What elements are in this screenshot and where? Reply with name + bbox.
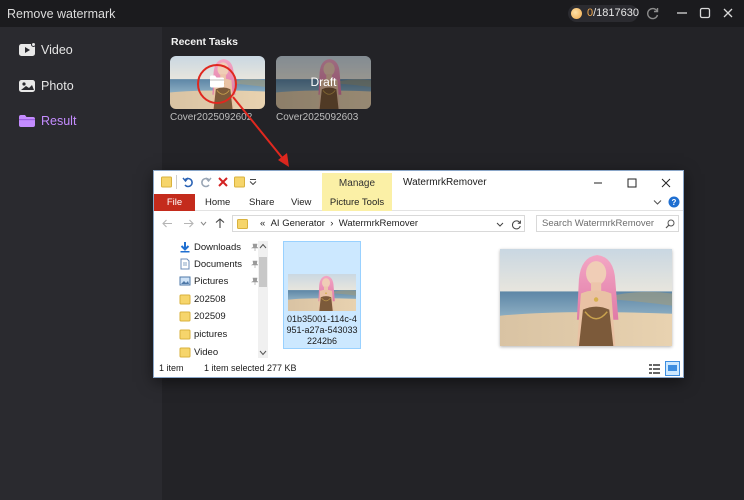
maximize-icon[interactable]: [626, 177, 638, 189]
search-icon[interactable]: [665, 219, 675, 229]
undo-icon[interactable]: [182, 176, 194, 188]
chevron-down-icon[interactable]: [653, 199, 662, 206]
chevron-down-icon[interactable]: [496, 222, 504, 227]
nav-item-label: Documents: [194, 259, 243, 270]
nav-item-documents[interactable]: Documents: [179, 256, 264, 273]
search-input[interactable]: Search WatermrkRemover: [536, 215, 679, 232]
folder-icon: [179, 329, 191, 340]
nav-scrollbar[interactable]: [258, 241, 268, 358]
nav-item-label: Downloads: [194, 242, 241, 253]
folder-icon: [179, 347, 191, 358]
breadcrumb-segment[interactable]: AI Generator: [271, 218, 325, 229]
ribbon-tabs: File Home Share View Picture Tools ?: [154, 194, 683, 211]
breadcrumb-segment[interactable]: WatermrkRemover: [339, 218, 418, 229]
delete-icon[interactable]: [217, 176, 229, 188]
tab-share[interactable]: Share: [249, 197, 274, 208]
folder-icon: [179, 311, 191, 322]
file-name: 01b35001-114c-4951-a27a-5430332242b6: [286, 314, 358, 346]
nav-item-label: 202509: [194, 311, 226, 322]
new-folder-icon[interactable]: [234, 176, 245, 188]
nav-item-video[interactable]: Video: [179, 344, 264, 361]
nav-item-pictures-folder[interactable]: pictures: [179, 326, 264, 343]
selection-info: 1 item selected: [204, 363, 265, 373]
nav-item-label: Video: [194, 347, 219, 358]
refresh-icon[interactable]: [511, 219, 522, 230]
download-icon: [180, 242, 190, 253]
tab-home[interactable]: Home: [205, 197, 230, 208]
scroll-thumb[interactable]: [259, 257, 267, 287]
folder-icon: [179, 294, 191, 305]
explorer-titlebar: Manage WatermrkRemover: [154, 171, 683, 194]
document-icon: [180, 258, 190, 270]
nav-item-202509[interactable]: 202509: [179, 308, 264, 325]
file-item[interactable]: 01b35001-114c-4951-a27a-5430332242b6: [283, 241, 361, 349]
minimize-icon[interactable]: [592, 177, 604, 189]
up-arrow-icon[interactable]: [215, 218, 225, 229]
folder-icon: [161, 176, 172, 188]
help-icon[interactable]: ?: [668, 196, 680, 208]
nav-item-202508[interactable]: 202508: [179, 291, 264, 308]
manage-tab[interactable]: Manage: [322, 173, 392, 194]
forward-arrow-icon[interactable]: [183, 219, 194, 228]
preview-image: [500, 249, 672, 346]
address-row: « AI Generator › WatermrkRemover Search …: [154, 211, 683, 237]
selection-size: 277 KB: [267, 363, 297, 373]
tab-file[interactable]: File: [154, 194, 195, 211]
svg-text:?: ?: [672, 198, 677, 207]
nav-item-label: 202508: [194, 294, 226, 305]
navigation-pane: Downloads Documents Pictures 202508 2025…: [154, 237, 272, 361]
back-arrow-icon[interactable]: [162, 219, 173, 228]
scroll-down-icon[interactable]: [259, 350, 267, 356]
explorer-window: Manage WatermrkRemover File Home Share V…: [153, 170, 684, 378]
breadcrumb-overflow[interactable]: «: [260, 218, 265, 229]
customize-toolbar-icon[interactable]: [249, 179, 257, 185]
nav-item-label: Pictures: [194, 276, 229, 287]
tab-picture-tools[interactable]: Picture Tools: [322, 194, 392, 211]
nav-item-downloads[interactable]: Downloads: [179, 239, 264, 256]
recent-locations-icon[interactable]: [200, 221, 207, 226]
close-icon[interactable]: [660, 177, 672, 189]
address-bar[interactable]: « AI Generator › WatermrkRemover: [232, 215, 525, 232]
separator: [176, 175, 177, 189]
file-thumbnail: [288, 274, 356, 311]
search-placeholder: Search WatermrkRemover: [542, 218, 655, 229]
redo-icon[interactable]: [200, 176, 212, 188]
nav-item-label: pictures: [194, 329, 228, 340]
tab-view[interactable]: View: [291, 197, 311, 208]
item-count: 1 item: [159, 363, 184, 373]
breadcrumb: « AI Generator › WatermrkRemover: [260, 218, 419, 229]
folder-icon: [237, 219, 248, 229]
explorer-title: WatermrkRemover: [403, 177, 487, 188]
large-icons-view-icon[interactable]: [665, 361, 680, 376]
pictures-icon: [179, 276, 191, 286]
scroll-up-icon[interactable]: [259, 243, 267, 249]
nav-item-pictures[interactable]: Pictures: [179, 273, 264, 290]
details-view-icon[interactable]: [648, 362, 661, 375]
status-bar: 1 item 1 item selected 277 KB: [154, 360, 683, 377]
